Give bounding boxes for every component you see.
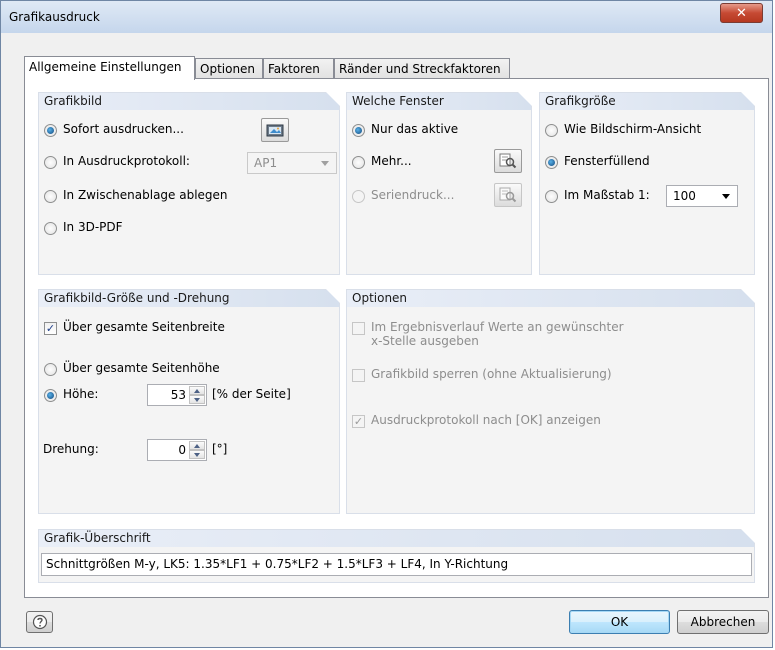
- radio-label: In Zwischenablage ablegen: [63, 188, 228, 202]
- spin-down-icon[interactable]: [189, 450, 205, 459]
- group-grafikbild: Grafikbild Sofort ausdrucken... In Ausdr…: [38, 92, 340, 275]
- select-windows-button[interactable]: [494, 149, 522, 173]
- radio-sofort-ausdrucken[interactable]: [44, 124, 57, 137]
- ok-button[interactable]: OK: [569, 610, 670, 634]
- group-title: Grafik-Überschrift: [44, 531, 151, 545]
- radio-nur-das-aktive[interactable]: [352, 124, 365, 137]
- rotation-value: 0: [178, 443, 186, 457]
- protocol-select[interactable]: AP1: [247, 152, 337, 174]
- radio-seriendruck[interactable]: [352, 190, 365, 203]
- tab-optionen[interactable]: Optionen: [195, 58, 263, 80]
- group-title: Grafikgröße: [545, 94, 616, 108]
- scale-select[interactable]: 100: [666, 185, 738, 207]
- checkbox-grafikbild-sperren[interactable]: [352, 369, 365, 382]
- radio-label: In Ausdruckprotokoll:: [63, 154, 190, 168]
- height-stepper[interactable]: 53: [147, 384, 207, 406]
- spin-down-icon[interactable]: [189, 395, 205, 404]
- tab-faktoren[interactable]: Faktoren: [263, 58, 334, 80]
- rotation-label: Drehung:: [43, 442, 99, 456]
- tab-raender-streckfaktoren[interactable]: Ränder und Streckfaktoren: [334, 58, 510, 80]
- radio-label: Seriendruck...: [371, 188, 455, 202]
- height-unit: [% der Seite]: [212, 387, 291, 401]
- protocol-select-value: AP1: [254, 156, 278, 170]
- radio-fensterfuellend[interactable]: [545, 156, 558, 169]
- dialog-window: Grafikausdruck ✕ Allgemeine Einstellunge…: [0, 0, 773, 648]
- radio-mehr[interactable]: [352, 156, 365, 169]
- group-title: Welche Fenster: [352, 94, 444, 108]
- group-optionen: Optionen Im Ergebnisverlauf Werte an gew…: [346, 289, 755, 514]
- group-welche-fenster: Welche Fenster Nur das aktive Mehr... Se…: [346, 92, 532, 275]
- magnifier-list-icon: [499, 153, 517, 169]
- group-grafikgroesse: Grafikgröße Wie Bildschirm-Ansicht Fenst…: [539, 92, 755, 275]
- close-button[interactable]: ✕: [720, 3, 763, 23]
- group-title: Grafikbild-Größe und -Drehung: [44, 291, 230, 305]
- radio-label: Mehr...: [371, 154, 412, 168]
- checkbox-label: Ausdruckprotokoll nach [OK] anzeigen: [371, 413, 601, 427]
- title-bar[interactable]: Grafikausdruck ✕: [1, 1, 772, 33]
- radio-label: Über gesamte Seitenhöhe: [63, 361, 220, 375]
- radio-in-3d-pdf[interactable]: [44, 222, 57, 235]
- help-button[interactable]: [26, 611, 53, 633]
- spin-up-icon[interactable]: [189, 441, 205, 450]
- magnifier-list-icon: [499, 187, 517, 203]
- scale-select-value: 100: [673, 189, 696, 203]
- radio-label: In 3D-PDF: [63, 220, 123, 234]
- radio-label: Sofort ausdrucken...: [63, 122, 184, 136]
- seriendruck-button[interactable]: [494, 183, 522, 207]
- checkbox-label-line2: x-Stelle ausgeben: [371, 334, 479, 348]
- height-label: Höhe:: [63, 387, 99, 401]
- close-icon: ✕: [736, 5, 747, 21]
- checkbox-label: Über gesamte Seitenbreite: [63, 320, 225, 334]
- checkbox-seitenbreite[interactable]: ✓: [44, 322, 57, 335]
- rotation-stepper[interactable]: 0: [147, 439, 207, 461]
- radio-hoehe[interactable]: [44, 389, 57, 402]
- chevron-down-icon: [321, 161, 329, 166]
- checkbox-ergebnisverlauf[interactable]: [352, 322, 365, 335]
- chevron-down-icon: [722, 194, 730, 199]
- help-icon: [32, 614, 47, 630]
- tab-allgemeine-einstellungen[interactable]: Allgemeine Einstellungen: [24, 56, 195, 80]
- radio-im-massstab[interactable]: [545, 190, 558, 203]
- group-ueberschrift: Grafik-Überschrift Schnittgrößen M-y, LK…: [38, 529, 755, 583]
- group-title: Grafikbild: [44, 94, 102, 108]
- radio-in-ausdruckprotokoll[interactable]: [44, 156, 57, 169]
- group-groesse-drehung: Grafikbild-Größe und -Drehung ✓ Über ges…: [38, 289, 340, 514]
- cancel-button[interactable]: Abbrechen: [677, 610, 769, 634]
- radio-label: Im Maßstab 1:: [564, 188, 650, 202]
- rotation-unit: [°]: [212, 442, 228, 456]
- window-title: Grafikausdruck: [9, 10, 100, 24]
- radio-label: Fensterfüllend: [564, 154, 650, 168]
- printer-settings-button[interactable]: [261, 118, 289, 142]
- radio-seitenhoehe[interactable]: [44, 363, 57, 376]
- radio-label: Wie Bildschirm-Ansicht: [564, 122, 702, 136]
- checkbox-label: Im Ergebnisverlauf Werte an gewünschter: [371, 320, 624, 334]
- height-value: 53: [170, 388, 186, 402]
- spin-up-icon[interactable]: [189, 386, 205, 395]
- heading-input[interactable]: Schnittgrößen M-y, LK5: 1.35*LF1 + 0.75*…: [41, 553, 752, 576]
- radio-in-zwischenablage[interactable]: [44, 190, 57, 203]
- printer-settings-icon: [266, 124, 284, 137]
- checkbox-ausdruckprotokoll-anzeigen[interactable]: ✓: [352, 415, 365, 428]
- radio-label: Nur das aktive: [371, 122, 459, 136]
- radio-wie-bildschirm-ansicht[interactable]: [545, 124, 558, 137]
- group-title: Optionen: [352, 291, 408, 305]
- checkbox-label: Grafikbild sperren (ohne Aktualisierung): [371, 367, 612, 381]
